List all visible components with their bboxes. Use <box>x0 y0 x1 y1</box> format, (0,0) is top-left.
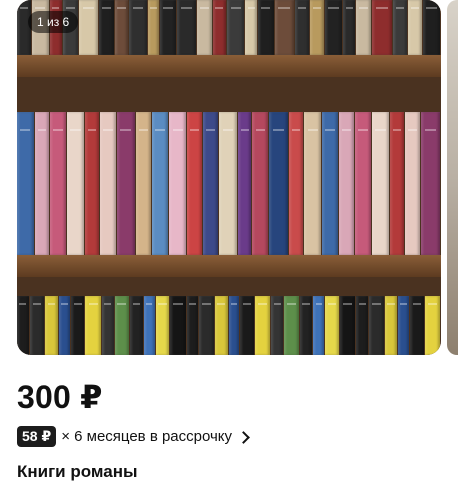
book-spine <box>143 296 155 355</box>
book-spine <box>85 296 101 355</box>
book-spine <box>410 296 424 355</box>
book-spine <box>355 0 372 55</box>
book-spine <box>17 112 34 255</box>
installment-text: × 6 месяцев в рассрочку <box>61 428 233 445</box>
book-spine <box>170 296 186 355</box>
installment-link[interactable]: 58 ₽ × 6 месяцев в рассрочку <box>17 426 250 447</box>
book-spine <box>240 296 255 355</box>
book-spine <box>66 112 85 255</box>
book-spine <box>78 0 99 55</box>
book-spine <box>100 112 116 255</box>
book-spine <box>17 296 29 355</box>
book-spine <box>424 296 441 355</box>
book-spine <box>101 296 114 355</box>
book-spine <box>202 112 219 255</box>
book-spine <box>70 296 85 355</box>
book-spine <box>228 296 240 355</box>
book-spine <box>29 296 45 355</box>
book-spine <box>129 0 147 55</box>
book-spine <box>313 296 325 355</box>
photo-counter: 1 из 6 <box>28 11 79 33</box>
book-spine <box>219 112 237 255</box>
photo-gallery[interactable]: 1 из 6 <box>17 0 441 355</box>
shelf-board-1 <box>17 55 441 77</box>
book-spine <box>408 0 422 55</box>
book-spine <box>321 112 339 255</box>
book-spine <box>304 112 321 255</box>
next-photo-preview[interactable] <box>447 0 458 355</box>
book-spine <box>245 0 258 55</box>
chevron-right-icon <box>237 430 250 444</box>
book-spine <box>116 112 136 255</box>
book-spine <box>136 112 151 255</box>
book-spine <box>372 0 392 55</box>
book-spine <box>99 0 114 55</box>
book-spine <box>325 296 339 355</box>
book-spine <box>404 112 421 255</box>
book-spine <box>324 0 343 55</box>
book-spine <box>227 0 245 55</box>
book-spine <box>356 296 369 355</box>
book-spine <box>114 296 130 355</box>
book-spine <box>147 0 160 55</box>
book-spine <box>186 296 199 355</box>
book-spine <box>45 296 58 355</box>
installment-amount-badge: 58 ₽ <box>17 426 57 447</box>
book-spine <box>284 296 299 355</box>
book-spine <box>199 296 214 355</box>
book-spine <box>339 296 356 355</box>
listing-photo[interactable]: 1 из 6 <box>17 0 441 355</box>
book-spine <box>269 112 288 255</box>
book-spine <box>339 112 355 255</box>
book-spine <box>151 112 169 255</box>
book-spine <box>176 0 197 55</box>
listing-title: Книги романы <box>17 462 138 481</box>
shelf-board-2 <box>17 255 441 277</box>
book-spine <box>252 112 269 255</box>
book-spine <box>212 0 227 55</box>
book-spine <box>384 296 398 355</box>
book-spine <box>422 0 441 55</box>
book-spine <box>34 112 50 255</box>
book-spine <box>369 296 384 355</box>
book-spine <box>237 112 252 255</box>
book-spine <box>355 112 371 255</box>
book-spine <box>258 0 274 55</box>
book-spine <box>114 0 129 55</box>
book-spine <box>160 0 176 55</box>
book-spine <box>186 112 202 255</box>
book-spine <box>197 0 212 55</box>
book-row-middle <box>17 112 441 255</box>
book-spine <box>390 112 404 255</box>
price: 300 ₽ <box>17 379 103 415</box>
book-spine <box>271 296 284 355</box>
book-spine <box>274 0 294 55</box>
book-spine <box>288 112 304 255</box>
book-spine <box>398 296 410 355</box>
book-spine <box>155 296 170 355</box>
book-spine <box>343 0 355 55</box>
book-spine <box>214 296 228 355</box>
book-spine <box>169 112 186 255</box>
book-spine <box>371 112 390 255</box>
book-row-bottom <box>17 296 441 355</box>
book-spine <box>294 0 310 55</box>
book-spine <box>85 112 100 255</box>
book-spine <box>50 112 66 255</box>
book-row-top <box>17 0 441 55</box>
book-spine <box>255 296 271 355</box>
book-spine <box>310 0 324 55</box>
book-spine <box>392 0 408 55</box>
book-spine <box>421 112 440 255</box>
book-spine <box>130 296 143 355</box>
book-spine <box>58 296 70 355</box>
book-spine <box>299 296 313 355</box>
